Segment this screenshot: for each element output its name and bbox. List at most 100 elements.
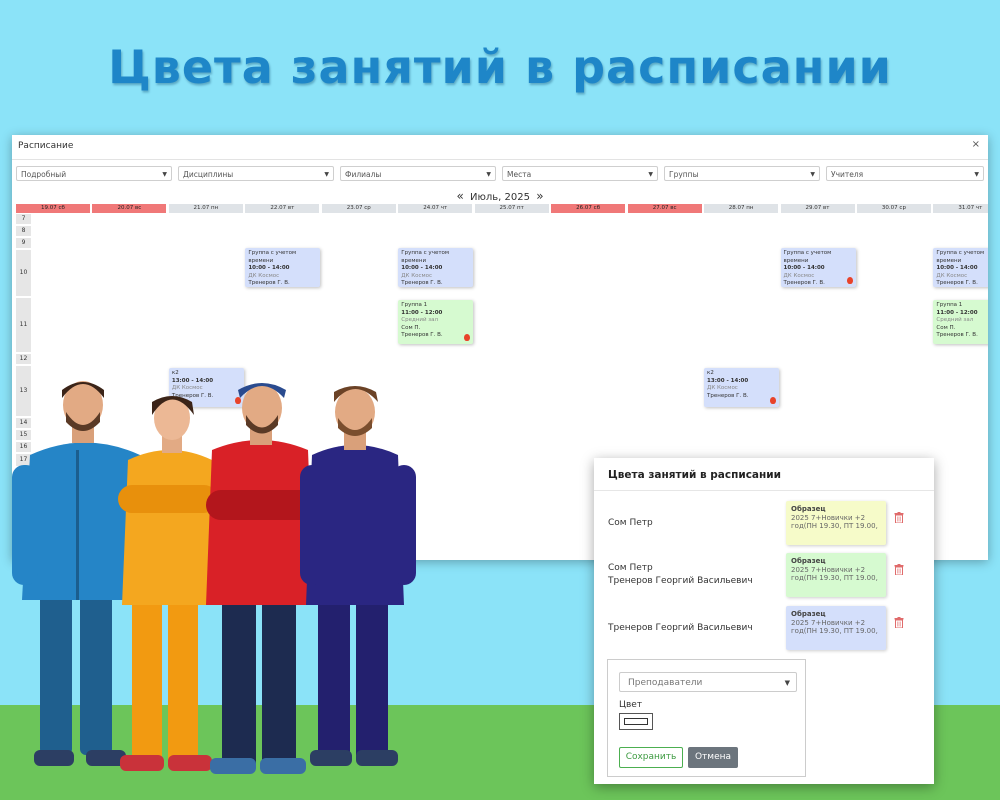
filter-groups[interactable]: Группы ▼ [664,166,820,181]
month-nav: « Июль, 2025 » [12,189,988,203]
lesson-event[interactable]: Группа 1 11:00 - 12:00 Средний зал Сом П. Тр… [398,300,474,344]
hour-label: 8 [16,226,31,236]
event-group: Группа с учетом времени [401,250,450,264]
caret-down-icon: ▼ [974,171,979,178]
event-time: 10:00 - 14:00 [783,265,825,271]
color-rule-teachers: Сом Петр Тренеров Георгий Васильевич [608,562,753,588]
teachers-select[interactable]: Преподаватели ▼ [619,672,797,692]
event-teacher: Тренеров Г. В. [936,332,978,338]
day-header: 29.07 вт [780,204,855,213]
teacher-name: Тренеров Георгий Васильевич [608,622,753,633]
lesson-event[interactable]: к2 13:00 - 14:00 ДК Космос Тренеров Г. В. [704,368,780,407]
day-header: 20.07 вс [92,204,167,213]
color-sample: Образец 2025 7+Новички +2 год(ПН 19.30, П… [786,606,886,650]
caret-down-icon: ▼ [784,679,790,687]
athletes-illustration [12,381,416,774]
teacher-name: Тренеров Георгий Васильевич [608,576,753,586]
sample-title: Образец [791,505,826,513]
lesson-event[interactable]: Группа с учетом времени 10:00 - 14:00 ДК К… [245,248,321,287]
event-group: Группа с учетом времени [936,250,985,264]
filter-teachers[interactable]: Учителя ▼ [826,166,984,181]
add-color-form: Преподаватели ▼ Цвет Сохранить Отмена [607,659,806,777]
save-button[interactable]: Сохранить [619,747,683,768]
teacher-name: Сом Петр [608,517,653,528]
lesson-colors-dialog: Цвета занятий в расписании Сом Петр Образ… [594,458,934,784]
event-place: ДК Космос [936,272,968,279]
trash-icon[interactable] [894,512,904,523]
event-place: ДК Космос [707,385,738,391]
filter-bar: Подробный ▼ Дисциплины ▼ Филиалы ▼ Места ▼ Г… [16,166,984,182]
hour-label: 11 [16,298,31,352]
event-group: Группа с учетом времени [783,250,832,264]
day-header: 24.07 чт [398,204,473,213]
event-time: 13:00 - 14:00 [707,377,749,384]
filter-places[interactable]: Места ▼ [502,166,658,181]
color-label: Цвет [619,700,643,710]
caret-down-icon: ▼ [324,171,329,178]
event-teacher: Тренеров Г. В. [936,280,978,286]
lesson-event[interactable]: Группа 1 11:00 - 12:00 Средний зал Сом П. Тр… [933,300,988,344]
event-teacher: Тренеров Г. В. [783,280,825,286]
event-time: 10:00 - 14:00 [936,265,978,271]
fire-icon [464,334,471,341]
event-time: 11:00 - 12:00 [401,309,443,316]
day-header: 27.07 вс [627,204,702,213]
divider [12,159,988,160]
dialog-title: Цвета занятий в расписании [608,469,781,481]
teacher-name: Сом Петр [608,563,653,573]
filter-branches[interactable]: Филиалы ▼ [340,166,496,181]
caret-down-icon: ▼ [162,171,167,178]
trash-icon[interactable] [894,617,904,628]
color-picker[interactable] [619,713,653,730]
hour-label: 12 [16,354,31,364]
event-group: Группа с учетом времени [248,250,297,264]
lesson-event[interactable]: Группа с учетом времени 10:00 - 14:00 ДК К… [933,248,988,287]
color-sample: Образец 2025 7+Новички +2 год(ПН 19.30, П… [786,553,886,597]
cancel-button[interactable]: Отмена [688,747,738,768]
close-icon[interactable]: × [972,139,980,150]
filter-disciplines[interactable]: Дисциплины ▼ [178,166,334,181]
day-header: 21.07 пн [168,204,243,213]
event-group: Группа 1 [401,302,428,308]
event-teacher: Сом П. [936,324,956,331]
event-teacher: Тренеров Г. В. [707,392,749,399]
day-header: 31.07 чт [933,204,988,213]
sample-title: Образец [791,610,826,618]
trash-icon[interactable] [894,564,904,575]
event-teacher: Тренеров Г. В. [401,332,443,338]
lesson-event[interactable]: Группа с учетом времени 10:00 - 14:00 ДК К… [780,248,856,287]
lesson-event[interactable]: Группа с учетом времени 10:00 - 14:00 ДК К… [398,248,474,287]
color-rule-teachers: Сом Петр [608,517,653,530]
filter-view[interactable]: Подробный ▼ [16,166,172,181]
hour-label: 10 [16,250,31,296]
sample-title: Образец [791,557,826,565]
event-place: ДК Космос [401,272,433,279]
day-header: 26.07 сб [551,204,626,213]
divider [594,490,934,491]
fire-icon [846,277,853,284]
hour-label: 9 [16,238,31,248]
sample-text: 2025 7+Новички +2 год(ПН 19.30, ПТ 19.00… [791,513,878,531]
fire-icon [770,397,777,404]
sample-text: 2025 7+Новички +2 год(ПН 19.30, ПТ 19.00… [791,618,878,636]
event-teacher: Тренеров Г. В. [401,280,443,286]
day-header: 28.07 пн [704,204,779,213]
day-header-row: 19.07 сб 20.07 вс 21.07 пн 22.07 вт 23.07 ср… [16,204,988,213]
day-header: 23.07 ср [321,204,396,213]
next-month-button[interactable]: » [533,189,546,203]
caret-down-icon: ▼ [486,171,491,178]
event-time: 10:00 - 14:00 [248,265,290,271]
page-headline: Цвета занятий в расписании [108,40,892,94]
event-place: Средний зал [401,317,439,323]
event-time: 11:00 - 12:00 [936,309,978,316]
color-sample: Образец 2025 7+Новички +2 год(ПН 19.30, П… [786,501,886,545]
athlete-navy [300,386,416,766]
day-header: 30.07 ср [856,204,931,213]
caret-down-icon: ▼ [648,171,653,178]
caret-down-icon: ▼ [810,171,815,178]
event-teacher: Тренеров Г. В. [248,280,290,286]
sample-text: 2025 7+Новички +2 год(ПН 19.30, ПТ 19.00… [791,565,878,583]
day-header: 22.07 вт [245,204,320,213]
month-label: Июль, 2025 [470,192,530,203]
prev-month-button[interactable]: « [453,189,466,203]
